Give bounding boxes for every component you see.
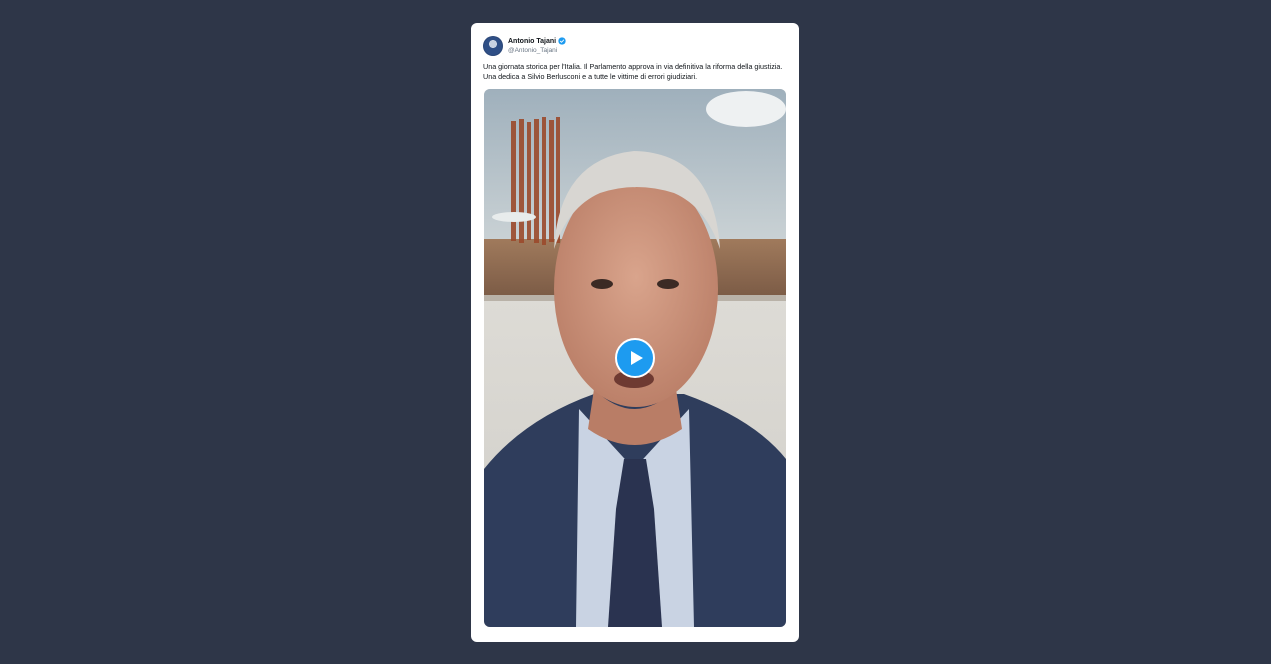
tweet-card: Antonio Tajani @Antonio_Tajani Una giorn… <box>471 23 799 642</box>
play-icon <box>631 351 643 365</box>
author-block: Antonio Tajani @Antonio_Tajani <box>508 37 566 55</box>
verified-badge-icon <box>558 37 566 45</box>
video-player[interactable] <box>484 89 786 627</box>
handle[interactable]: @Antonio_Tajani <box>508 48 566 55</box>
display-name-row: Antonio Tajani <box>508 37 566 45</box>
display-name[interactable]: Antonio Tajani <box>508 38 556 45</box>
avatar[interactable] <box>483 36 503 56</box>
tweet-header: Antonio Tajani @Antonio_Tajani <box>483 35 566 57</box>
tweet-text: Una giornata storica per l'Italia. Il Pa… <box>483 62 783 81</box>
play-button[interactable] <box>615 338 655 378</box>
